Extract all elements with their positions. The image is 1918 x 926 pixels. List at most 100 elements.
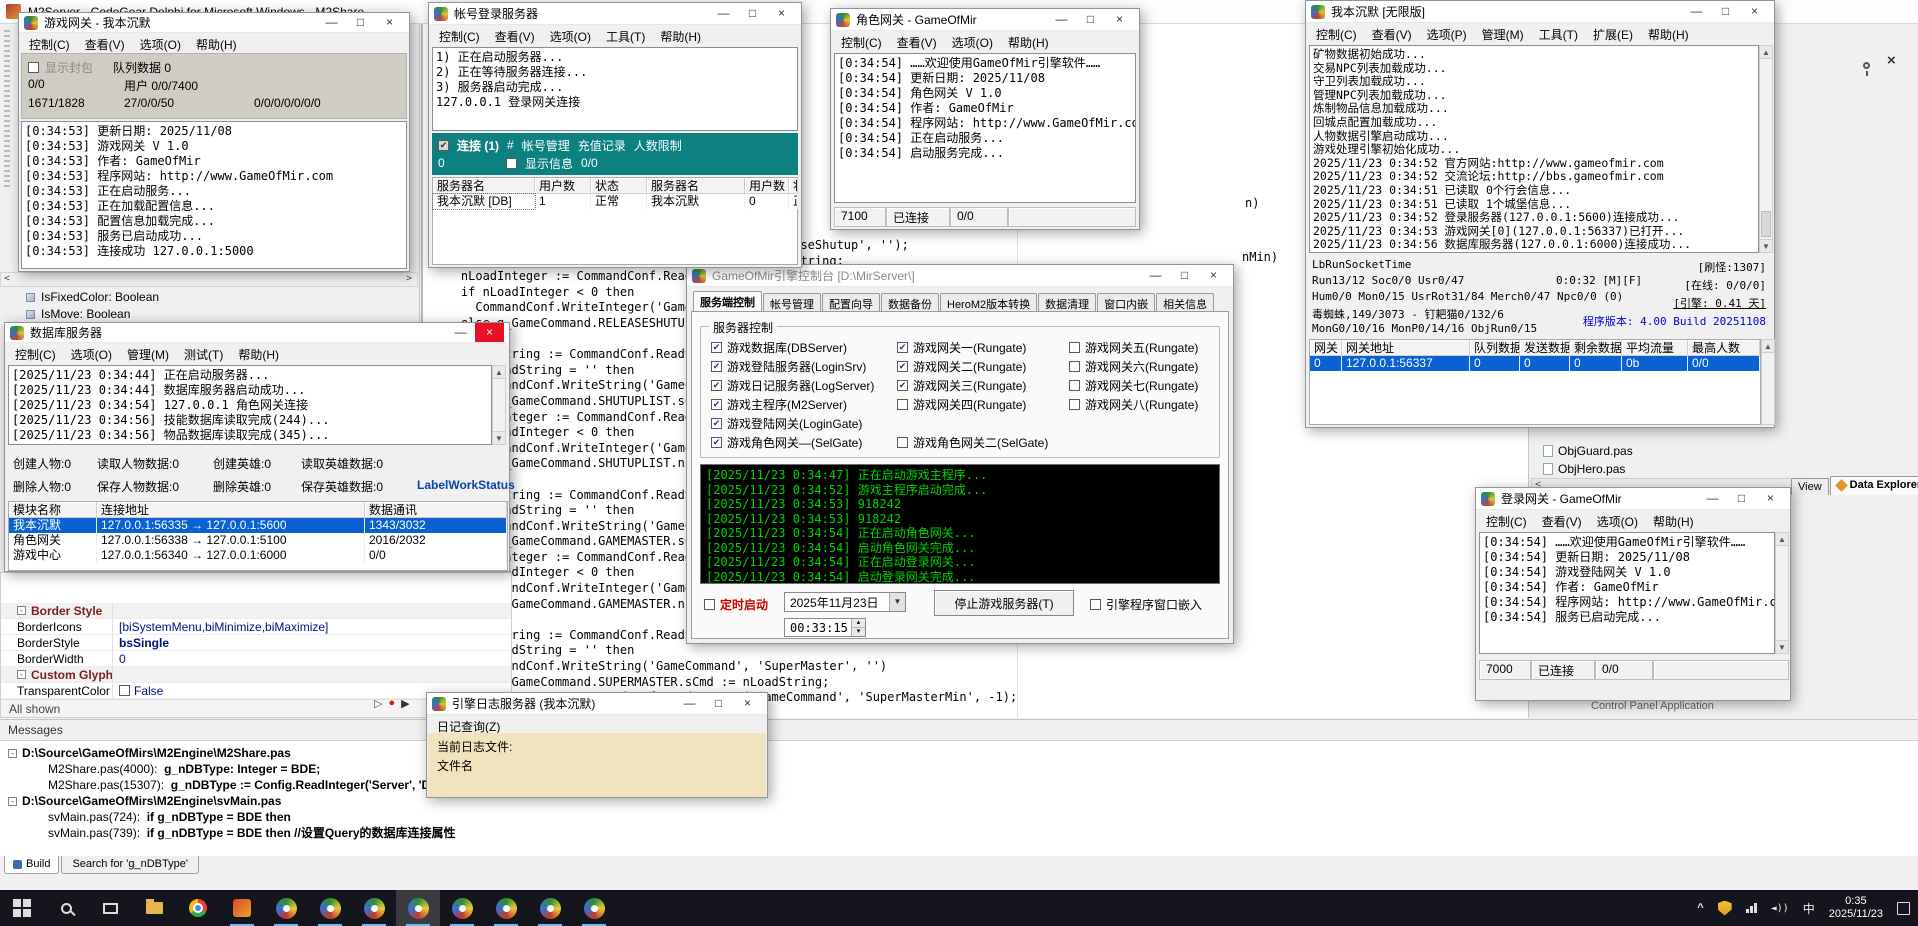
menu-item[interactable]: 帮助(H) [238,346,279,363]
column-header[interactable]: 服务器名 [647,178,745,194]
toolbar-item-accounts[interactable]: 帐号管理 [522,137,570,154]
show-info-checkbox[interactable] [506,158,517,169]
checkbox-scheduled-start[interactable]: 定时启动 [704,596,768,613]
scroll-up-icon[interactable]: ▲ [1776,533,1788,546]
game-server-button[interactable] [528,890,572,926]
menu-item[interactable]: 控制(C) [29,36,70,53]
checkbox-box[interactable] [1069,342,1080,353]
delphi-button[interactable] [220,890,264,926]
menu-item[interactable]: 帮助(H) [1008,34,1049,51]
column-header[interactable]: 连接地址 [97,502,365,518]
run-outline-icon[interactable]: ▷ [374,697,382,710]
ime-indicator[interactable]: 中 [1803,900,1815,917]
search-button[interactable] [44,890,88,926]
checkbox-box[interactable]: ✔ [897,342,908,353]
gateway-row[interactable]: 0 127.0.0.1:56337 0 0 0 0b 0/0 [1310,356,1760,371]
column-header[interactable]: 网关 [1310,340,1342,356]
minimize-button[interactable]: — [317,13,346,32]
checkbox-rungate4[interactable]: 游戏网关四(Rungate) [897,396,1026,413]
file-explorer-button[interactable] [132,890,176,926]
menu-item[interactable]: 帮助(H) [196,36,237,53]
volume-icon[interactable]: ◄)) [1771,903,1789,914]
game-server-button-active[interactable] [396,890,440,926]
close-button[interactable]: × [1105,10,1134,29]
inspector-category-row[interactable]: -Custom Glyphs [1,667,511,683]
menu-item[interactable]: 选项(O) [71,346,112,363]
scroll-down-icon[interactable]: ▼ [1760,239,1772,252]
connect-checkbox[interactable]: ✔ [438,140,449,151]
maximize-button[interactable]: □ [738,4,767,23]
column-header[interactable]: 发送数据 [1520,340,1570,356]
checkbox-box[interactable]: ✔ [711,399,722,410]
checkbox-rungate6[interactable]: 游戏网关六(Rungate) [1069,358,1198,375]
module-row[interactable]: 角色网关 127.0.0.1:56338 → 127.0.0.1:5100 20… [9,533,507,548]
panel-grip[interactable] [4,30,10,190]
m2server-log-scrollbar[interactable]: ▲ ▼ [1759,45,1773,253]
checkbox-selgate1[interactable]: ✔游戏角色网关—(SelGate) [711,434,862,451]
scroll-up-icon[interactable]: ▲ [1762,340,1774,353]
menu-item[interactable]: 扩展(E) [1593,26,1633,43]
message-line[interactable]: svMain.pas(739): if g_nDBType = BDE then… [8,825,1918,841]
show-packets-checkbox[interactable] [28,62,39,73]
checkbox-selgate2[interactable]: 游戏角色网关二(SelGate) [897,434,1048,451]
m2server-titlebar[interactable]: 我本沉默 [无限版] — □ × [1306,1,1774,23]
server-row[interactable]: 我本沉默 [DB] 1 正常 我本沉默 0 正常 [433,194,797,209]
checkbox-rungate1[interactable]: ✔游戏网关一(Rungate) [897,339,1026,356]
structure-item[interactable]: IsMove: Boolean [26,307,130,321]
close-button[interactable]: × [1199,266,1228,285]
checkbox-box[interactable]: ✔ [897,361,908,372]
game-server-button[interactable] [440,890,484,926]
column-header[interactable]: 状态 [591,178,647,194]
checkbox-box[interactable]: ✔ [711,418,722,429]
minimize-button[interactable]: — [1141,266,1170,285]
collapse-icon[interactable]: - [17,670,26,679]
checkbox-rungate5[interactable]: 游戏网关五(Rungate) [1069,339,1198,356]
menu-item[interactable]: 控制(C) [1486,513,1527,530]
breakpoint-icon[interactable]: ● [388,697,395,710]
column-header[interactable]: 用户数 [535,178,591,194]
security-shield-icon[interactable] [1718,901,1732,916]
message-line[interactable]: svMain.pas(724): if g_nDBType = BDE then [8,809,1918,825]
minimize-button[interactable]: — [709,4,738,23]
tab-search-results[interactable]: Search for 'g_nDBType' [61,856,198,874]
checkbox-loginsrv[interactable]: ✔游戏登陆服务器(LoginSrv) [711,358,866,375]
checkbox-box[interactable]: ✔ [711,437,722,448]
db-log-scrollbar[interactable]: ▲ ▼ [492,365,506,445]
scroll-down-icon[interactable]: ▼ [1776,640,1788,653]
menu-item[interactable]: 查看(V) [495,28,535,45]
menu-item[interactable]: 工具(T) [1539,26,1578,43]
close-button[interactable]: × [475,323,504,342]
column-header[interactable]: 网关地址 [1342,340,1470,356]
message-group[interactable]: - D:\Source\GameOfMirs\M2Engine\svMain.p… [8,793,1918,809]
game-server-button[interactable] [484,890,528,926]
checkbox-rungate7[interactable]: 游戏网关七(Rungate) [1069,377,1198,394]
checkbox-box[interactable] [1090,599,1101,610]
toolbar-item-recharge[interactable]: 充值记录 [578,137,626,154]
chrome-button[interactable] [176,890,220,926]
column-header[interactable]: 用户数 [745,178,789,194]
scroll-down-icon[interactable]: ▼ [493,431,505,444]
collapse-icon[interactable]: - [8,797,17,806]
menu-item[interactable]: 选项(P) [1427,26,1467,43]
checkbox-box[interactable]: ✔ [711,342,722,353]
spin-up-icon[interactable]: ▴ [852,619,865,628]
menu-item[interactable]: 查看(V) [85,36,125,53]
scroll-up-icon[interactable]: ▲ [493,366,505,379]
time-spinner[interactable]: 00:33:15 ▴ ▾ [784,618,866,637]
checkbox-embed-window[interactable]: 引擎程序窗口嵌入 [1090,596,1202,613]
notification-center-icon[interactable] [1897,902,1910,915]
login-log-scrollbar[interactable]: ▲ ▼ [1775,532,1789,654]
menu-item[interactable]: 管理(M) [1482,26,1524,43]
project-file-item[interactable]: ObjHero.pas [1543,462,1625,476]
checkbox-box[interactable]: ✔ [897,380,908,391]
game-server-button[interactable] [352,890,396,926]
menu-item[interactable]: 控制(C) [1316,26,1357,43]
toolbar-item-limit[interactable]: 人数限制 [634,137,682,154]
console-titlebar[interactable]: GameOfMir引擎控制台 [D:\MirServer\] — □ × [687,265,1233,287]
log-server-titlebar[interactable]: 引擎日志服务器 (我本沉默) — □ × [427,693,767,715]
game-server-button[interactable] [308,890,352,926]
checkbox-box[interactable]: ✔ [711,380,722,391]
menu-item[interactable]: 选项(O) [1597,513,1638,530]
menu-item[interactable]: 控制(C) [15,346,56,363]
checkbox-rungate2[interactable]: ✔游戏网关二(Rungate) [897,358,1026,375]
